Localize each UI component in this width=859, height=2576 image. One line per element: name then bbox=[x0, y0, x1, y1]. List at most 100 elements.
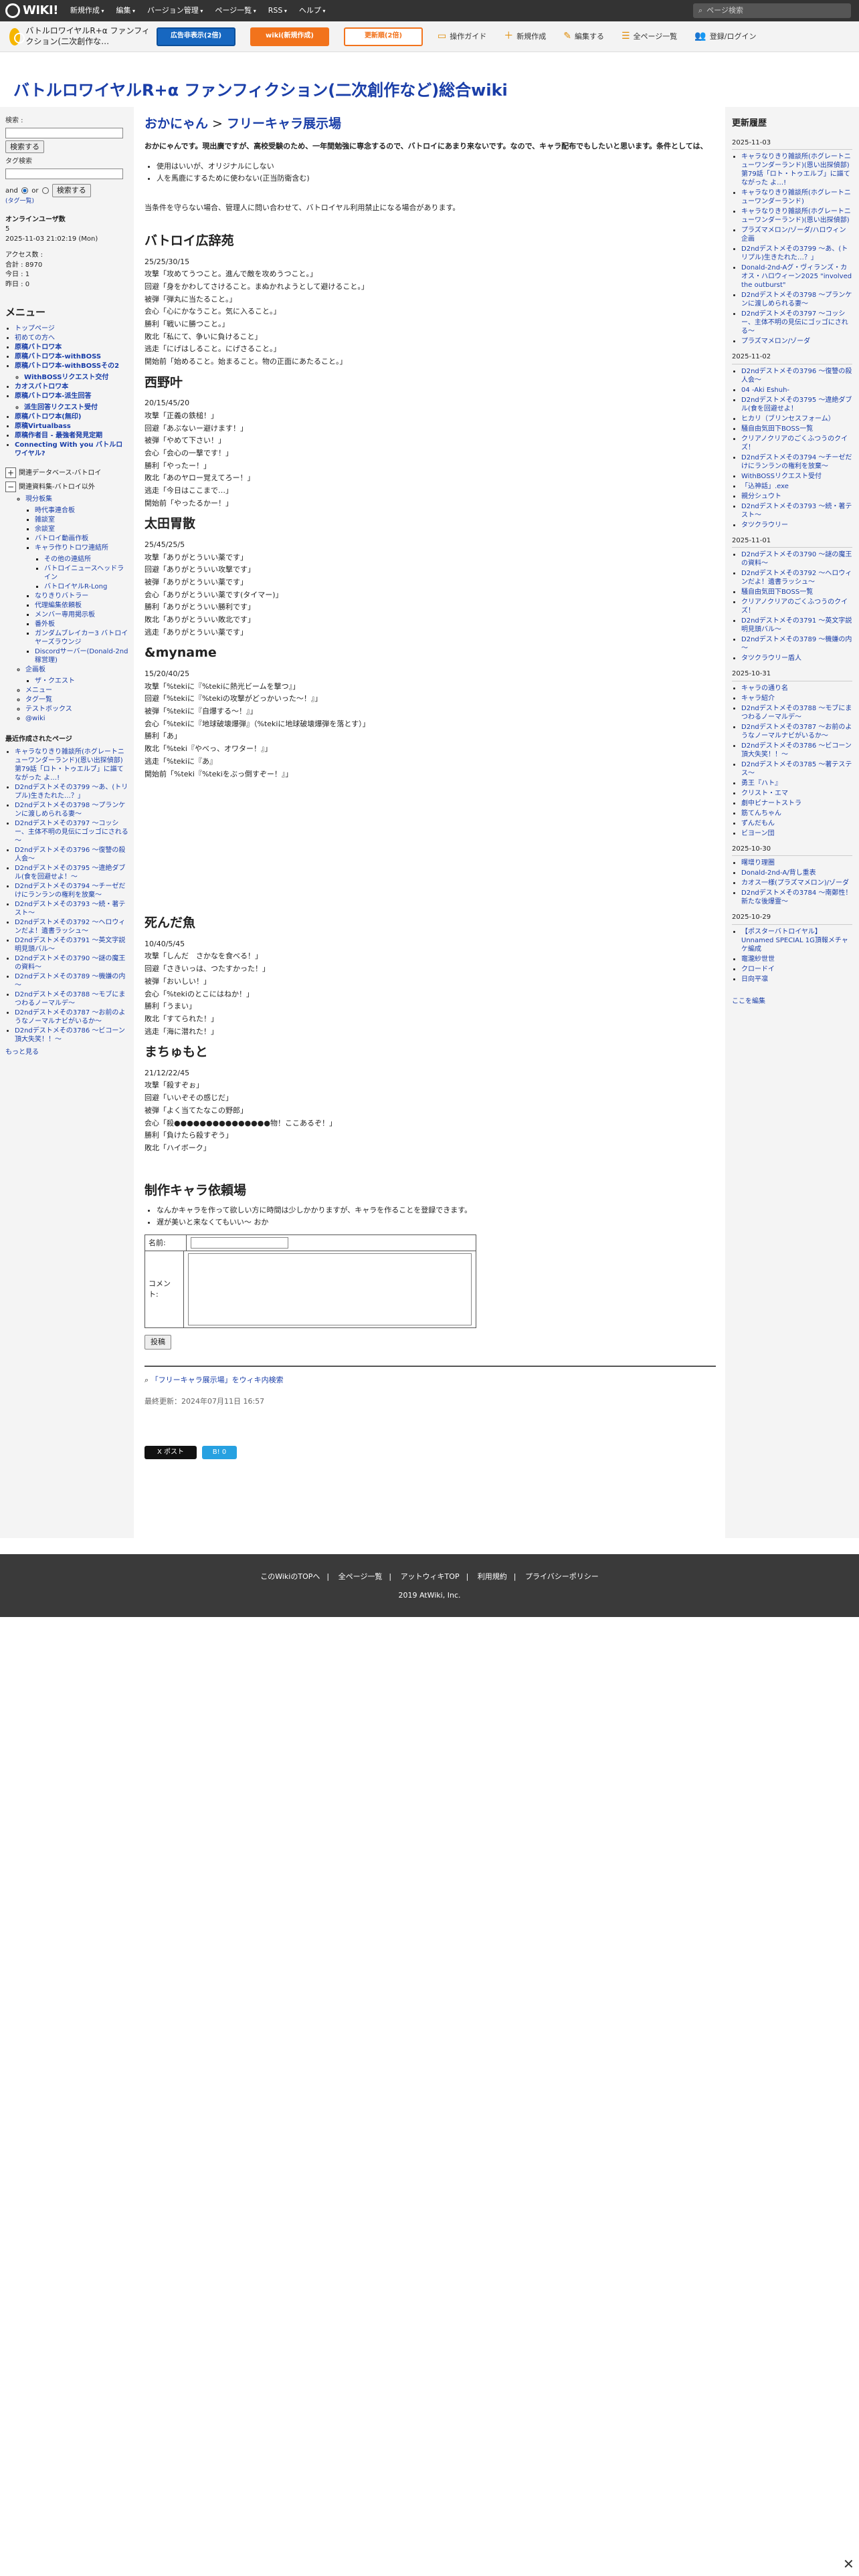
history-item[interactable]: WithBOSSリクエスト受付 bbox=[741, 472, 852, 481]
history-link[interactable]: キャラなりきり雑談所(ホグレートニューワンダーランド)(恩い出探偵部) bbox=[741, 208, 851, 224]
wiki-search-input[interactable] bbox=[5, 127, 123, 138]
history-link[interactable]: 騒自由気田下BOSS一覧 bbox=[741, 588, 813, 596]
menu-help[interactable]: ヘルプ bbox=[299, 5, 326, 16]
history-item[interactable]: クリアノクリアのごくふつうのクイズ！ bbox=[741, 598, 852, 615]
history-link[interactable]: 竈瀧紗世世 bbox=[741, 956, 775, 963]
history-item[interactable]: 騒自由気田下BOSS一覧 bbox=[741, 425, 852, 433]
menu-rss[interactable]: RSS bbox=[268, 5, 287, 16]
history-item[interactable]: 曙增り理圏 bbox=[741, 859, 852, 867]
tree-item[interactable]: バトロイ動画作板 bbox=[35, 534, 128, 543]
history-link[interactable]: 騒自由気田下BOSS一覧 bbox=[741, 425, 813, 433]
update-order-button[interactable]: 更新順(2倍) bbox=[344, 27, 423, 46]
tree-toggle-db[interactable]: + 関連データベース-バトロイ bbox=[5, 467, 128, 479]
footer-terms-link[interactable]: 利用規約 bbox=[478, 1572, 507, 1581]
tree-item[interactable]: ガンダムブレイカー3 バトロイヤーズラウンジ bbox=[35, 629, 128, 647]
history-link[interactable]: キャラ紹介 bbox=[741, 695, 775, 702]
history-link[interactable]: WithBOSSリクエスト受付 bbox=[741, 473, 822, 480]
history-item[interactable]: クリスト・エマ bbox=[741, 789, 852, 798]
new-page-link[interactable]: ＋新規作成 bbox=[504, 29, 546, 43]
recent-item[interactable]: D2ndデストメその3796 ～復讐の殺人会～ bbox=[15, 846, 128, 863]
history-item[interactable]: 親分シュウト bbox=[741, 492, 852, 501]
history-link[interactable]: D2ndデストメその3792 ～ヘロウィンだよ！遺書ラッシュ～ bbox=[741, 570, 852, 586]
history-item[interactable]: D2ndデストメその3787 ～お前のようなノーマルナビがいるか～ bbox=[741, 723, 852, 740]
menu-item[interactable]: 原稿バトロワ本 bbox=[15, 343, 128, 352]
history-link[interactable]: D2ndデストメその3794 ～チーゼだけにランランの権利を放棄～ bbox=[741, 454, 852, 470]
history-link[interactable]: 04 -Aki Eshuh- bbox=[741, 387, 789, 394]
menu-item[interactable]: 原稿作者目 - 最強者発見定期 bbox=[15, 431, 128, 440]
page-search-input[interactable]: ⌕ ページ検索 bbox=[693, 3, 851, 18]
post-button[interactable]: 投稿 bbox=[145, 1335, 171, 1350]
history-item[interactable]: D2ndデストメその3789 ～機嫌の内～ bbox=[741, 635, 852, 653]
name-input[interactable] bbox=[191, 1237, 288, 1249]
edit-link[interactable]: ✎ 編集する bbox=[563, 29, 604, 43]
menu-pages[interactable]: ページ一覧 bbox=[215, 5, 256, 16]
history-item[interactable]: カオス一様(プラズマメロン)/ゾーダ bbox=[741, 879, 852, 887]
history-link[interactable]: ヒカリ（ブリンセスフォーム） bbox=[741, 415, 835, 423]
history-link[interactable]: D2ndデストメその3797 ～コッシー、主体不明の見伝にゴッゴにされる～ bbox=[741, 310, 848, 335]
history-link[interactable]: D2ndデストメその3786 ～ビコーン頂大失笑！！～ bbox=[741, 742, 852, 758]
recent-item[interactable]: D2ndデストメその3792 ～ヘロウィンだよ！遺書ラッシュ～ bbox=[15, 918, 128, 936]
history-link[interactable]: 筋てんちゃん bbox=[741, 810, 781, 817]
history-link[interactable]: プラズマメロン/ゾーダ/ハロウィン企画 bbox=[741, 227, 846, 243]
tree-item[interactable]: 代理編集依頼板 bbox=[35, 601, 128, 610]
ad-free-button[interactable]: 広告非表示(2倍) bbox=[157, 27, 235, 46]
history-item[interactable]: キャラの通り名 bbox=[741, 684, 852, 693]
history-link[interactable]: D2ndデストメその3795 ～違絶ダブル(食を回避せよ！ bbox=[741, 397, 852, 413]
x-post-button[interactable]: X ポスト bbox=[145, 1445, 197, 1459]
history-link[interactable]: D2ndデストメその3791 ～英文字説明見頭バル～ bbox=[741, 617, 852, 633]
search-button[interactable]: 検索する bbox=[5, 140, 44, 154]
history-item[interactable]: Donald-2nd-A/背し重表 bbox=[741, 869, 852, 877]
menu-item[interactable]: カオスバトロワ本 bbox=[15, 383, 128, 391]
history-link[interactable]: キャラなりきり雑談所(ホグレートニューワンダーランド) bbox=[741, 189, 851, 205]
tree-root[interactable]: 現分板集 時代事連合板 雑談室 余談室 バトロイ動画作板 キャラ作りトロワ連結所… bbox=[25, 495, 128, 665]
history-link[interactable]: キャラの通り名 bbox=[741, 685, 788, 692]
history-item[interactable]: 【ポスターバトロイヤル】Unnamed SPECIAL 1G頂報メチャケ編成 bbox=[741, 928, 852, 954]
footer-all-pages-link[interactable]: 全ページ一覧 bbox=[339, 1572, 383, 1581]
tree-subitem[interactable]: バトロイニュースヘッドライン bbox=[44, 564, 128, 582]
history-link[interactable]: D2ndデストメその3788 ～モブにまつわるノーマルデ～ bbox=[741, 705, 852, 721]
history-item[interactable]: D2ndデストメその3790 ～謎の魔王の資料～ bbox=[741, 550, 852, 568]
tree-root[interactable]: 企画板 ザ・クエスト bbox=[25, 665, 128, 685]
history-link[interactable]: 【ポスターバトロイヤル】Unnamed SPECIAL 1G頂報メチャケ編成 bbox=[741, 928, 848, 953]
history-item[interactable]: D2ndデストメその3786 ～ビコーン頂大失笑！！～ bbox=[741, 742, 852, 759]
tree-item[interactable]: なりきりバトラー bbox=[35, 592, 128, 601]
recent-item[interactable]: キャラなりきり雑談所(ホグレートニューワンダーランド)(恩い出探偵部)第79話「… bbox=[15, 748, 128, 782]
tag-search-button[interactable]: 検索する bbox=[52, 183, 91, 197]
history-item[interactable]: タツクラウリー盾人 bbox=[741, 654, 852, 663]
history-link[interactable]: キャラなりきり雑談所(ホグレートニューワンダーランド)(恩い出探偵部)第79話「… bbox=[741, 153, 851, 187]
and-radio[interactable] bbox=[21, 187, 29, 194]
history-link[interactable]: カオス一様(プラズマメロン)/ゾーダ bbox=[741, 879, 849, 887]
history-link[interactable]: 親分シュウト bbox=[741, 493, 781, 500]
history-item[interactable]: Donald-2nd-Aグ・ヴィランズ・カオス・ハロウィーン2025 "invo… bbox=[741, 263, 852, 290]
history-item[interactable]: 勇王『ハト』 bbox=[741, 779, 852, 788]
tree-root[interactable]: タグ一覧 bbox=[25, 695, 128, 704]
footer-atwiki-link[interactable]: アットウィキTOP bbox=[401, 1572, 460, 1581]
menu-subitem[interactable]: 派生回答リクエスト受付 bbox=[24, 403, 128, 412]
history-item[interactable]: 竈瀧紗世世 bbox=[741, 955, 852, 964]
recent-item[interactable]: D2ndデストメその3793 ～続・著テスト～ bbox=[15, 900, 128, 918]
history-item[interactable]: プラズマメロン/ゾーダ/ハロウィン企画 bbox=[741, 226, 852, 243]
recent-item[interactable]: D2ndデストメその3786 ～ビコーン頂大失笑！！～ bbox=[15, 1027, 128, 1044]
history-item[interactable]: D2ndデストメその3794 ～チーゼだけにランランの権利を放棄～ bbox=[741, 453, 852, 471]
history-item[interactable]: D2ndデストメその3795 ～違絶ダブル(食を回避せよ！ bbox=[741, 396, 852, 413]
tag-list-link[interactable]: (タグ一覧) bbox=[5, 197, 128, 206]
history-link[interactable]: 劇中ビナートストラ bbox=[741, 800, 801, 807]
footer-top-link[interactable]: このWikiのTOPへ bbox=[260, 1572, 320, 1581]
history-link[interactable]: 「込神話」.exe bbox=[741, 483, 789, 490]
menu-item[interactable]: 原稿バトロワ本-withBOSS bbox=[15, 352, 128, 361]
menu-new[interactable]: 新規作成 bbox=[70, 5, 104, 16]
menu-item[interactable]: Connecting With you バトルロワイヤル? bbox=[15, 441, 128, 458]
tree-root[interactable]: メニュー bbox=[25, 686, 128, 695]
history-item[interactable]: キャラなりきり雑談所(ホグレートニューワンダーランド)(恩い出探偵部) bbox=[741, 207, 852, 225]
recent-item[interactable]: D2ndデストメその3795 ～違絶ダブル(食を回避せよ！～ bbox=[15, 864, 128, 881]
menu-edit[interactable]: 編集 bbox=[116, 5, 135, 16]
menu-item[interactable]: 原稿バトロワ本-派生回答 派生回答リクエスト受付 bbox=[15, 392, 128, 412]
recent-item[interactable]: D2ndデストメその3790 ～謎の魔王の資料～ bbox=[15, 954, 128, 972]
recent-item[interactable]: D2ndデストメその3799 ～あ、(トリプル)生きたれた…？」 bbox=[15, 783, 128, 800]
history-item[interactable]: キャラなりきり雑談所(ホグレートニューワンダーランド) bbox=[741, 189, 852, 206]
history-link[interactable]: D2ndデストメその3798 ～プランケンに渡しめられる妻～ bbox=[741, 292, 852, 308]
wiki-search-link[interactable]: ⌕ 「フリーキャラ展示場」をウィキ内検索 bbox=[145, 1375, 716, 1386]
recent-item[interactable]: D2ndデストメその3787 ～お前のようなノーマルナビがいるか～ bbox=[15, 1008, 128, 1026]
history-link[interactable]: D2ndデストメその3793 ～続・著テスト～ bbox=[741, 503, 852, 519]
history-item[interactable]: D2ndデストメその3798 ～プランケンに渡しめられる妻～ bbox=[741, 291, 852, 308]
